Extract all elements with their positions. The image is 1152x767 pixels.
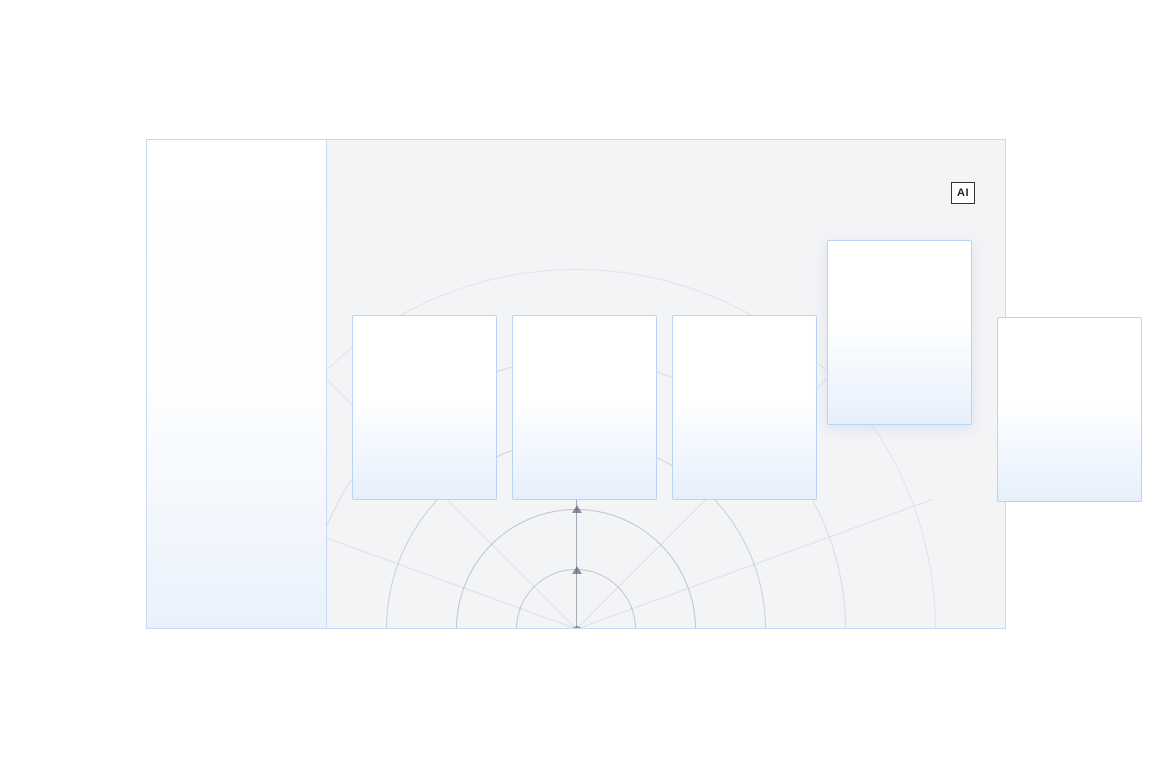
ai-badge[interactable]: AI (951, 182, 975, 204)
app-canvas: AI (146, 139, 1006, 629)
content-card[interactable] (672, 315, 817, 500)
sidebar-panel (147, 140, 327, 628)
content-card[interactable] (997, 317, 1142, 502)
radar-tick-icon (572, 505, 582, 513)
content-card[interactable] (512, 315, 657, 500)
content-card-active[interactable] (827, 240, 972, 425)
content-card[interactable] (352, 315, 497, 500)
radar-tick-icon (572, 566, 582, 574)
cards-row (352, 315, 817, 500)
ai-badge-label: AI (957, 187, 969, 199)
